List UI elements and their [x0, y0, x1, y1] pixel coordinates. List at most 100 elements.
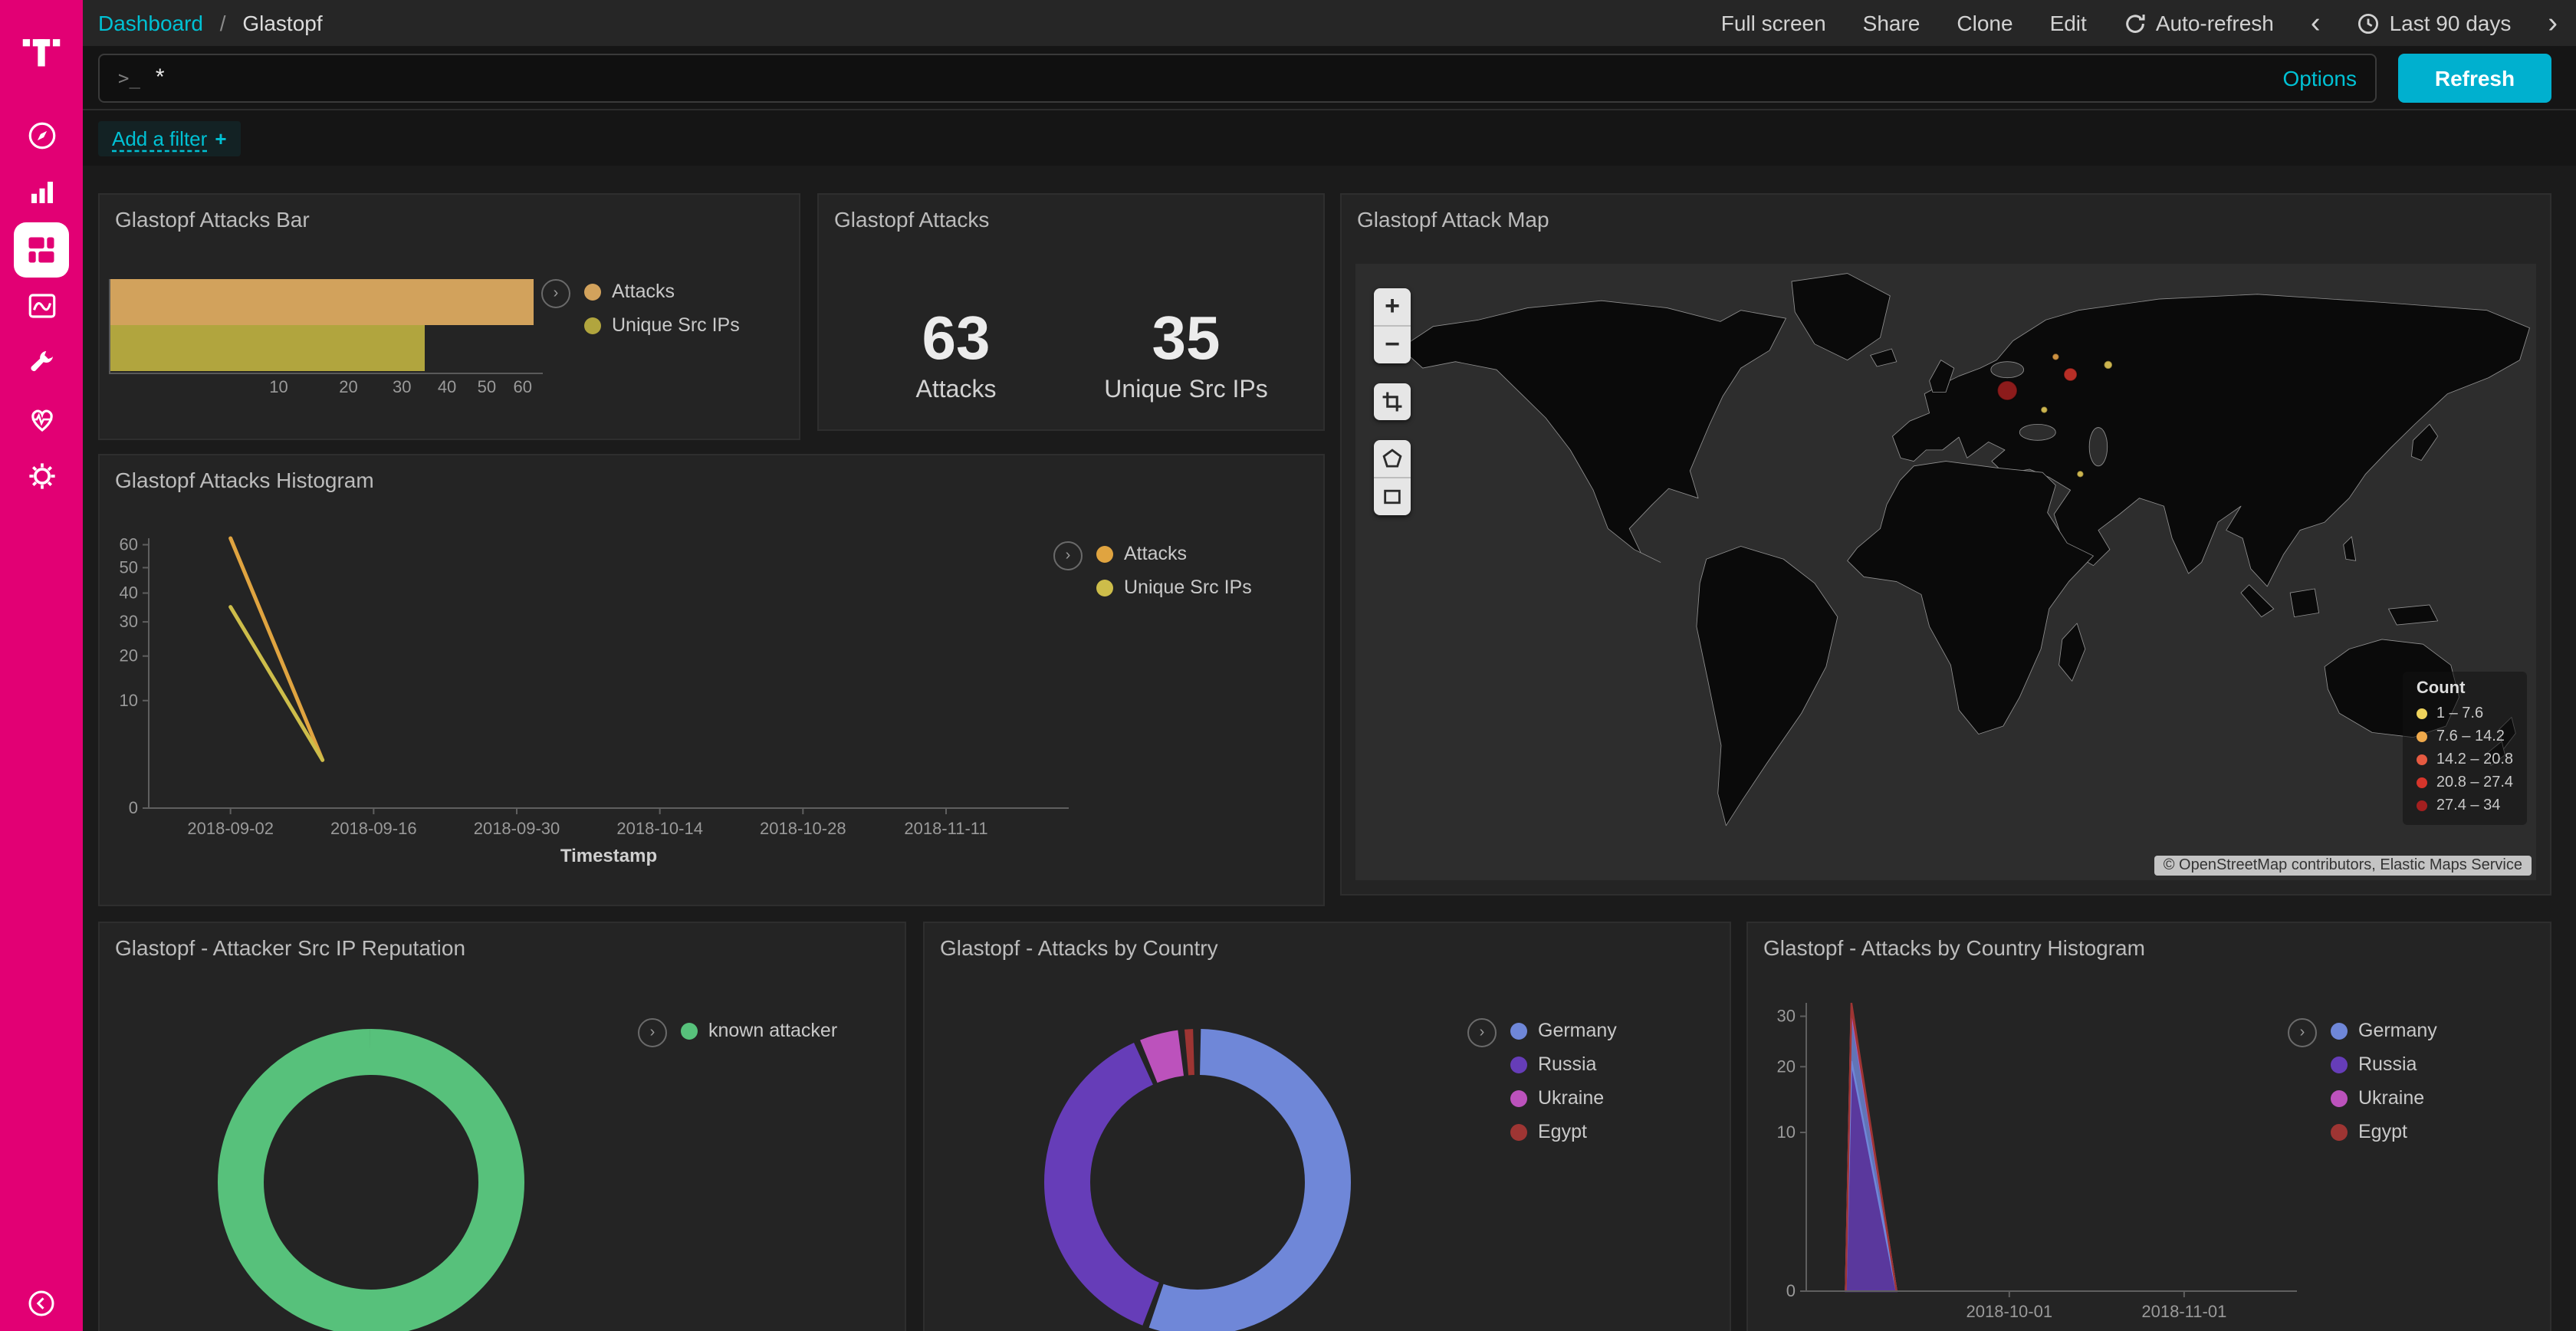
metric-label: Unique Src IPs	[1102, 377, 1270, 405]
legend-item[interactable]: Ukraine	[1510, 1087, 1617, 1109]
x-axis-title: Timestamp	[149, 845, 1069, 866]
svg-text:60: 60	[120, 534, 138, 554]
donut-chart-svg	[195, 1006, 547, 1331]
panel-attacks-bar: Glastopf Attacks Bar 102030405060 › Attac…	[98, 193, 800, 440]
bar-unique-src-ips	[110, 325, 426, 371]
legend-toggle-icon[interactable]: ›	[541, 279, 570, 308]
breadcrumb-separator: /	[220, 11, 226, 35]
telekom-logo[interactable]	[20, 0, 63, 89]
legend-toggle-icon[interactable]: ›	[1053, 541, 1083, 570]
time-back-button[interactable]: ‹	[2311, 8, 2321, 38]
top-bar-actions: Full screen Share Clone Edit Auto-refres…	[1721, 8, 2558, 38]
sidebar-collapse-button[interactable]	[0, 1288, 83, 1319]
sidebar-item-timelion[interactable]	[0, 278, 83, 334]
svg-text:50: 50	[120, 557, 138, 577]
legend-item[interactable]: Attacks	[584, 281, 740, 302]
panel-title: Glastopf Attacks	[819, 195, 1323, 232]
breadcrumb-current: Glastopf	[242, 11, 322, 35]
sidebar-item-discover[interactable]	[0, 107, 83, 164]
sidebar-item-dev-tools[interactable]	[0, 334, 83, 391]
refresh-button[interactable]: Refresh	[2398, 53, 2551, 102]
time-range-label: Last 90 days	[2390, 11, 2512, 35]
chart-legend: › known attacker	[638, 1018, 837, 1047]
legend-item[interactable]: Russia	[2331, 1053, 2437, 1075]
rectangle-tool-button[interactable]	[1374, 477, 1411, 515]
legend-item[interactable]: Russia	[1510, 1053, 1617, 1075]
sidebar-item-monitoring[interactable]	[0, 391, 83, 448]
time-range-picker[interactable]: Last 90 days	[2358, 11, 2512, 35]
panel-title: Glastopf Attacks Bar	[100, 195, 799, 232]
x-tick-label: 40	[438, 379, 457, 397]
filter-bar: Add a filter +	[83, 110, 2576, 166]
legend-toggle-icon[interactable]: ›	[1467, 1018, 1497, 1047]
line-chart-svg: 01020304050602018-09-022018-09-162018-09…	[103, 529, 1084, 876]
global-nav-sidebar	[0, 0, 83, 1331]
attacks-bar-chart: 102030405060	[109, 279, 543, 374]
share-button[interactable]: Share	[1863, 11, 1921, 35]
map-legend-row: 7.6 – 14.2	[2417, 725, 2513, 748]
full-screen-button[interactable]: Full screen	[1721, 11, 1826, 35]
bar-chart-icon	[25, 176, 58, 209]
panel-title: Glastopf - Attacks by Country Histogram	[1748, 923, 2550, 960]
svg-text:2018-10-28: 2018-10-28	[760, 819, 846, 838]
panel-title: Glastopf - Attacker Src IP Reputation	[100, 923, 905, 960]
legend-item[interactable]: Attacks	[1096, 543, 1252, 564]
metric-value: 63	[872, 308, 1040, 370]
svg-text:0: 0	[129, 798, 138, 817]
chart-legend: › Germany Russia Ukraine Egypt	[1467, 1018, 1617, 1142]
chart-legend: › Germany Russia Ukraine Egypt	[2288, 1018, 2437, 1142]
query-bar: >_ * Options Refresh	[83, 46, 2576, 110]
dashboard-grid-icon	[25, 232, 58, 266]
attack-marker	[2052, 353, 2059, 360]
legend-item[interactable]: known attacker	[681, 1020, 837, 1041]
bar-chart-x-axis: 102030405060	[110, 379, 543, 406]
query-prompt-icon: >_	[118, 67, 140, 88]
legend-toggle-icon[interactable]: ›	[638, 1018, 667, 1047]
legend-item[interactable]: Germany	[2331, 1020, 2437, 1041]
attack-marker	[2041, 406, 2048, 412]
metric-group: 63 Attacks 35 Unique Src IPs	[819, 308, 1323, 405]
edit-button[interactable]: Edit	[2050, 11, 2087, 35]
attack-marker	[2077, 471, 2084, 477]
country-donut-chart	[1021, 1006, 1374, 1331]
plus-icon: +	[215, 127, 226, 150]
svg-text:2018-09-30: 2018-09-30	[474, 819, 560, 838]
panel-title: Glastopf Attack Map	[1342, 195, 2550, 232]
sidebar-item-management[interactable]	[0, 448, 83, 504]
legend-toggle-icon[interactable]: ›	[2288, 1018, 2317, 1047]
selected-app-highlight	[14, 222, 69, 277]
auto-refresh-button[interactable]: Auto-refresh	[2124, 11, 2274, 35]
metric-value: 35	[1102, 308, 1270, 370]
attack-marker	[2104, 361, 2112, 369]
kibana-dashboard-app: Dashboard / Glastopf Full screen Share C…	[0, 0, 2576, 1331]
query-input[interactable]: >_ * Options	[98, 53, 2377, 102]
legend-item[interactable]: Ukraine	[2331, 1087, 2437, 1109]
legend-item[interactable]: Unique Src IPs	[584, 314, 740, 336]
time-forward-button[interactable]: ›	[2548, 8, 2558, 38]
add-filter-link[interactable]: Add a filter +	[98, 120, 241, 156]
sidebar-item-dashboard[interactable]	[0, 221, 83, 278]
bar-attacks	[110, 279, 533, 325]
reputation-donut-chart	[195, 1006, 547, 1331]
query-options-link[interactable]: Options	[2283, 65, 2358, 90]
legend-item[interactable]: Unique Src IPs	[1096, 577, 1252, 598]
x-tick-label: 60	[514, 379, 533, 397]
polygon-tool-button[interactable]	[1374, 440, 1411, 477]
legend-item[interactable]: Egypt	[1510, 1121, 1617, 1142]
breadcrumb-dashboard-link[interactable]: Dashboard	[98, 11, 203, 35]
clone-button[interactable]: Clone	[1957, 11, 2013, 35]
map-attribution: © OpenStreetMap contributors, Elastic Ma…	[2154, 856, 2532, 876]
area-chart-svg: 01020302018-10-012018-11-01	[1760, 994, 2312, 1331]
metric-label: Attacks	[872, 377, 1040, 405]
attack-map[interactable]: + −	[1355, 264, 2536, 880]
legend-item[interactable]: Egypt	[2331, 1121, 2437, 1142]
crop-tool-button[interactable]	[1374, 383, 1411, 420]
legend-item[interactable]: Germany	[1510, 1020, 1617, 1041]
svg-text:20: 20	[1777, 1057, 1796, 1076]
zoom-out-button[interactable]: −	[1374, 325, 1411, 363]
zoom-in-button[interactable]: +	[1374, 288, 1411, 325]
map-legend-rows: 1 – 7.67.6 – 14.214.2 – 20.820.8 – 27.42…	[2417, 702, 2513, 817]
map-legend-row: 27.4 – 34	[2417, 794, 2513, 817]
sidebar-item-visualize[interactable]	[0, 164, 83, 221]
panel-attacks-metric: Glastopf Attacks 63 Attacks 35 Unique Sr…	[817, 193, 1325, 431]
